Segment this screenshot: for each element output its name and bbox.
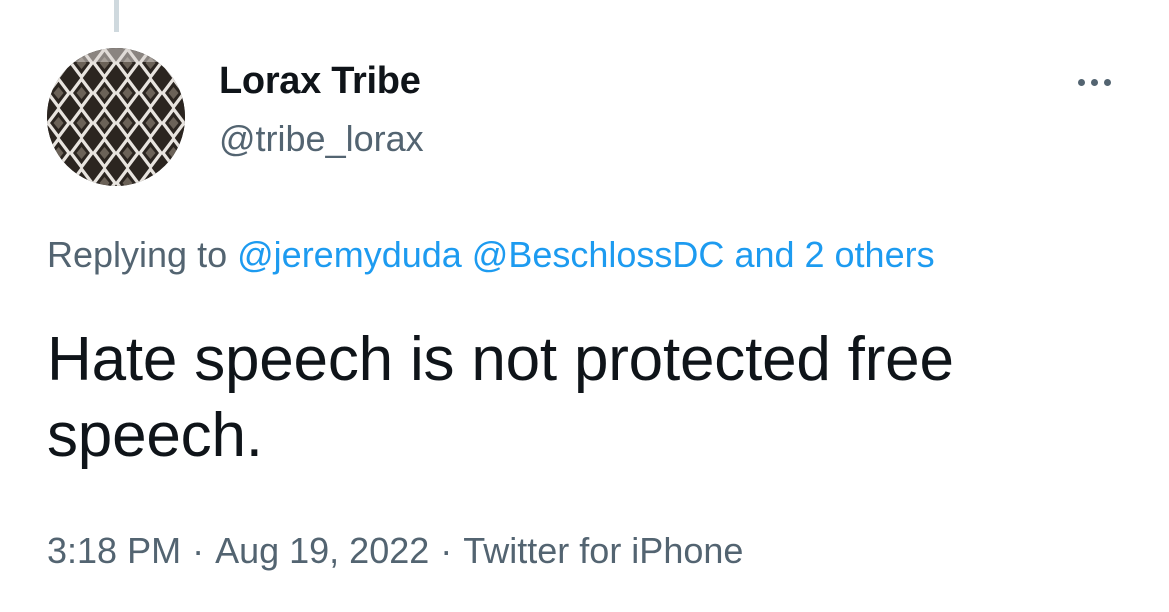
replying-prefix: Replying to <box>47 234 228 275</box>
tweet-date[interactable]: Aug 19, 2022 <box>215 530 429 571</box>
separator-dot: · <box>192 530 205 571</box>
tweet-source: Twitter for iPhone <box>463 530 744 571</box>
author-name[interactable]: Lorax Tribe <box>219 60 421 103</box>
avatar[interactable] <box>47 48 185 186</box>
more-horizontal-icon <box>1090 78 1098 86</box>
reply-mention-beschlossdc[interactable]: @BeschlossDC <box>472 234 725 275</box>
tweet-time[interactable]: 3:18 PM <box>47 530 181 571</box>
diamond-lattice-avatar-icon <box>47 48 185 186</box>
separator-dot: · <box>440 530 453 571</box>
more-horizontal-icon <box>1077 78 1085 86</box>
author-handle[interactable]: @tribe_lorax <box>219 118 424 160</box>
more-options-button[interactable] <box>1066 64 1122 100</box>
replying-to-line: Replying to @jeremyduda @BeschlossDC and… <box>47 234 935 276</box>
reply-mention-jeremyduda[interactable]: @jeremyduda <box>237 234 462 275</box>
reply-others-link[interactable]: and 2 others <box>734 234 934 275</box>
tweet-text: Hate speech is not protected free speech… <box>47 325 954 470</box>
more-horizontal-icon <box>1103 78 1111 86</box>
thread-connector-line <box>114 0 119 32</box>
tweet-metadata: 3:18 PM · Aug 19, 2022 · Twitter for iPhone <box>47 530 743 572</box>
